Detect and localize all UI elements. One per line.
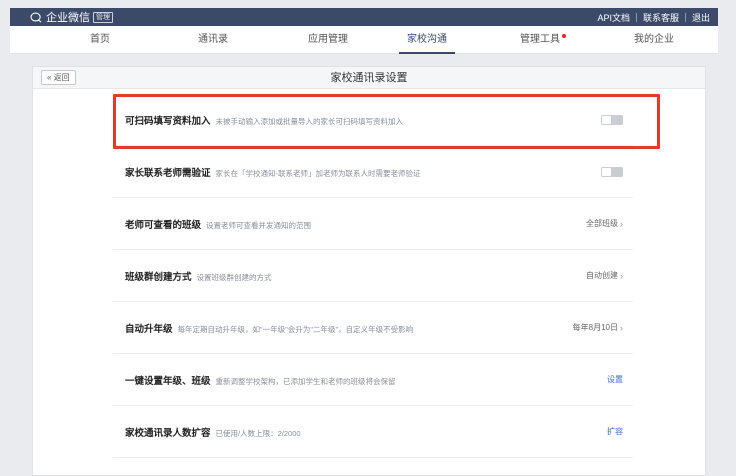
setting-title: 自动升年级 xyxy=(125,323,173,335)
tab-home[interactable]: 首页 xyxy=(90,26,110,54)
setting-desc: 设置老师可查看并发通知的范围 xyxy=(206,220,312,230)
top-links: API文档 联系客服 退出 xyxy=(597,11,710,24)
setting-title: 老师可查看的班级 xyxy=(125,219,202,231)
setting-desc: 家长在「学校通知-联系老师」加老师为联系人时需要老师验证 xyxy=(215,168,421,178)
setting-title: 班级群创建方式 xyxy=(125,271,192,283)
setting-value: 自动创建 xyxy=(586,271,618,280)
setting-desc: 设置班级群创建的方式 xyxy=(196,272,272,282)
setting-value: 每年8月10日 xyxy=(572,323,618,332)
toggle-knob xyxy=(602,115,611,124)
setting-desc: 每年定期自动升年级，如"一年级"会升为"二年级"，自定义年级不受影响 xyxy=(177,324,414,334)
toggle-knob xyxy=(602,167,611,176)
scan-join-toggle[interactable] xyxy=(601,114,623,125)
divider xyxy=(635,12,637,22)
setting-row-capacity-expand: 家校通讯录人数扩容 已使用/人数上限：2/2000 扩容 xyxy=(113,406,633,458)
contact-support-link[interactable]: 联系客服 xyxy=(643,11,679,24)
tab-contacts[interactable]: 通讯录 xyxy=(198,26,228,54)
logout-link[interactable]: 退出 xyxy=(692,11,710,24)
setting-title: 家校通讯录人数扩容 xyxy=(125,427,211,439)
app-tag: 管理 xyxy=(93,11,113,23)
settings-card: « 返回 家校通讯录设置 可扫码填写资料加入 未被手动输入添加或批量导入的家长可… xyxy=(32,66,706,476)
setting-desc: 未被手动输入添加或批量导入的家长可扫码填写资料加入 xyxy=(215,116,404,126)
notification-dot xyxy=(562,34,566,38)
chevron-right-icon: › xyxy=(620,218,623,229)
setup-link[interactable]: 设置 xyxy=(607,374,623,385)
page-title: 家校通讯录设置 xyxy=(330,72,408,84)
setting-row-grade-class-setup: 一键设置年级、班级 重新调整学校架构，已添加学生和老师的班级将会保留 设置 xyxy=(113,354,633,406)
setting-desc: 重新调整学校架构，已添加学生和老师的班级将会保留 xyxy=(215,376,396,386)
setting-title: 家长联系老师需验证 xyxy=(125,167,211,179)
setting-title: 可扫码填写资料加入 xyxy=(125,115,211,127)
tab-home-school[interactable]: 家校沟通 xyxy=(399,26,455,54)
setting-row-teacher-classes[interactable]: 老师可查看的班级 设置老师可查看并发通知的范围 全部班级 › xyxy=(113,198,633,250)
top-bar: 企业微信 管理 API文档 联系客服 退出 xyxy=(10,8,718,26)
setting-title: 一键设置年级、班级 xyxy=(125,375,211,387)
app-name: 企业微信 xyxy=(46,12,90,24)
brand[interactable]: 企业微信 管理 xyxy=(30,9,113,25)
wecom-logo-icon xyxy=(30,12,42,23)
divider xyxy=(684,12,686,22)
setting-desc: 已使用/人数上限：2/2000 xyxy=(215,428,301,438)
tab-management-tools[interactable]: 管理工具 xyxy=(520,26,566,54)
setting-row-contact-verify: 家长联系老师需验证 家长在「学校通知-联系老师」加老师为联系人时需要老师验证 xyxy=(113,146,633,198)
chevron-right-icon: › xyxy=(620,270,623,281)
setting-row-auto-promote[interactable]: 自动升年级 每年定期自动升年级，如"一年级"会升为"二年级"，自定义年级不受影响… xyxy=(113,302,633,354)
chevron-right-icon: › xyxy=(620,322,623,333)
setting-row-scan-join: 可扫码填写资料加入 未被手动输入添加或批量导入的家长可扫码填写资料加入 xyxy=(113,94,633,146)
setting-value: 全部班级 xyxy=(586,219,618,228)
card-header: « 返回 家校通讯录设置 xyxy=(33,67,705,89)
tab-app-management[interactable]: 应用管理 xyxy=(308,26,348,54)
main-nav: 首页 通讯录 应用管理 家校沟通 管理工具 我的企业 xyxy=(10,26,718,54)
expand-link[interactable]: 扩容 xyxy=(607,426,623,437)
contact-verify-toggle[interactable] xyxy=(601,166,623,177)
setting-row-group-creation[interactable]: 班级群创建方式 设置班级群创建的方式 自动创建 › xyxy=(113,250,633,302)
api-docs-link[interactable]: API文档 xyxy=(597,11,630,24)
tab-my-company[interactable]: 我的企业 xyxy=(634,26,674,54)
